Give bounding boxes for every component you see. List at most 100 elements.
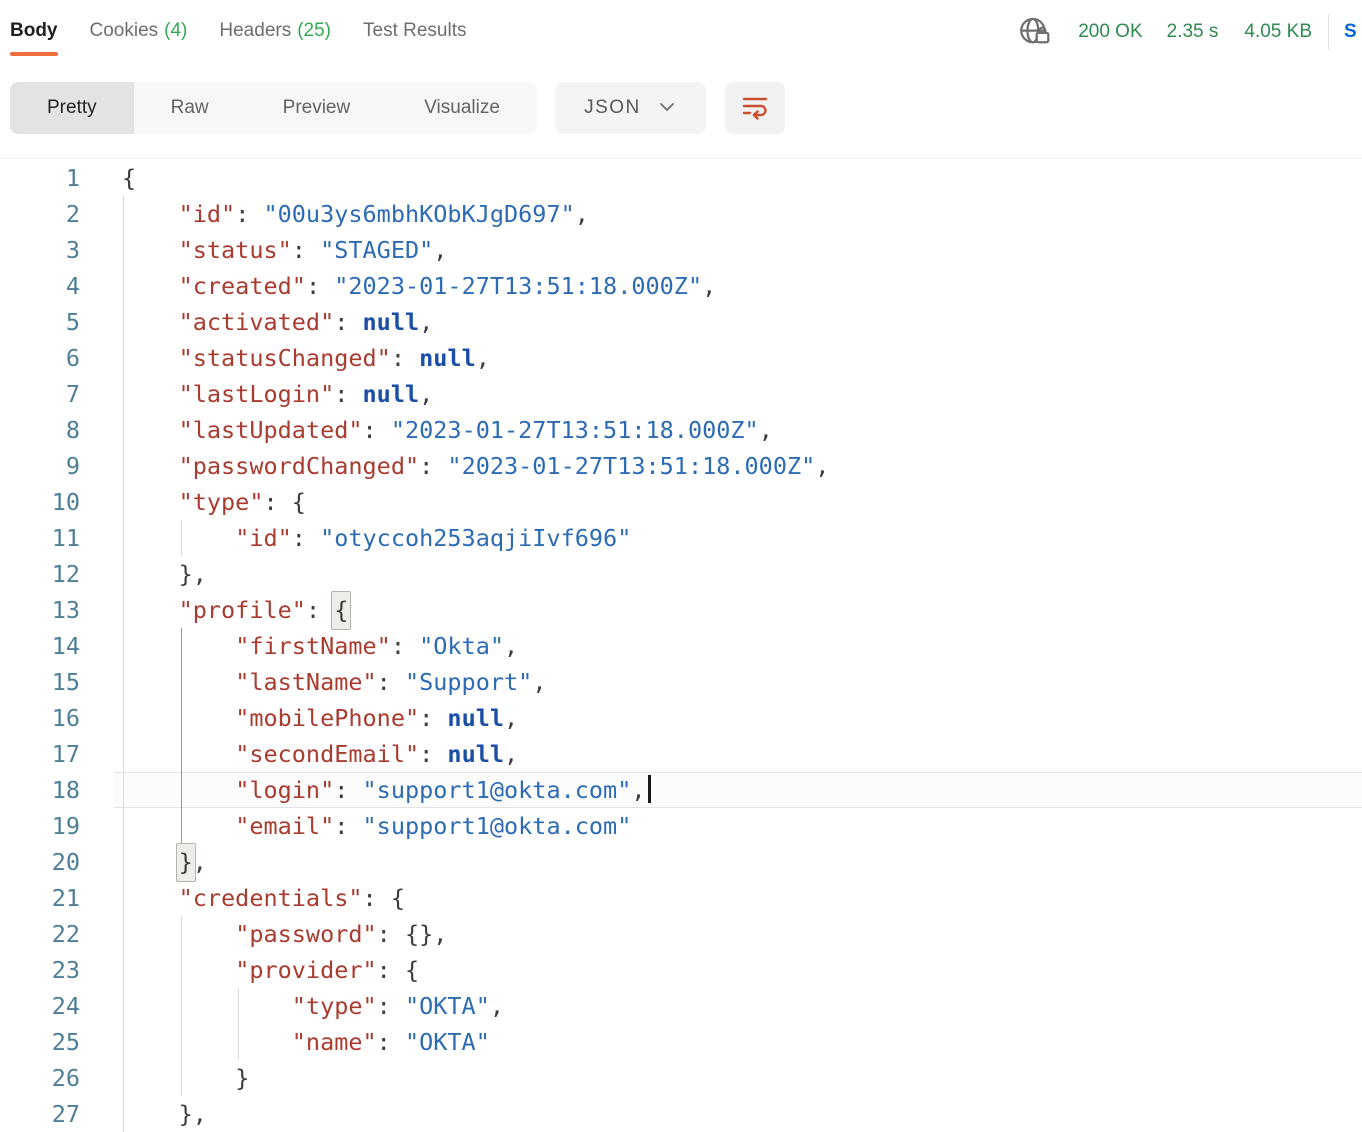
code-text: },: [80, 848, 207, 876]
code-text: "passwordChanged": "2023-01-27T13:51:18.…: [80, 452, 829, 480]
code-line[interactable]: 16 "mobilePhone": null,: [0, 700, 1362, 736]
code-line[interactable]: 13 "profile": {: [0, 592, 1362, 628]
code-line[interactable]: 24 "type": "OKTA",: [0, 988, 1362, 1024]
code-line[interactable]: 27 },: [0, 1096, 1362, 1132]
code-text: "name": "OKTA": [80, 1028, 490, 1056]
code-line[interactable]: 17 "secondEmail": null,: [0, 736, 1362, 772]
token-str: "otyccoh253aqjiIvf696": [320, 524, 631, 552]
code-line[interactable]: 1{: [0, 160, 1362, 196]
code-line[interactable]: 3 "status": "STAGED",: [0, 232, 1362, 268]
code-lines[interactable]: 1{ 2 "id": "00u3ys6mbhKObKJgD697", 3 "stat…: [0, 160, 1362, 1132]
view-pretty-button[interactable]: Pretty: [10, 82, 134, 134]
response-header: Body Cookies (4) Headers (25) Test Resul…: [0, 0, 1362, 70]
code-text: "provider": {: [80, 956, 419, 984]
tab-body[interactable]: Body: [10, 0, 58, 62]
line-number: 7: [0, 376, 80, 412]
line-number: 21: [0, 880, 80, 916]
code-line-inner: 16 "mobilePhone": null,: [0, 704, 518, 732]
token-ws: [122, 884, 179, 912]
token-ws: [122, 1064, 235, 1092]
status-badge[interactable]: 200 OK: [1078, 21, 1142, 43]
code-line-inner: 15 "lastName": "Support",: [0, 668, 546, 696]
tab-cookies[interactable]: Cookies (4): [90, 0, 188, 62]
token-key: "name": [292, 1028, 377, 1056]
token-pun: ,: [419, 308, 433, 336]
line-number: 27: [0, 1096, 80, 1132]
code-line[interactable]: 7 "lastLogin": null,: [0, 376, 1362, 412]
response-size[interactable]: 4.05 KB: [1244, 21, 1312, 43]
token-pun: ,: [759, 416, 773, 444]
code-text: "mobilePhone": null,: [80, 704, 518, 732]
code-line-inner: 26 }: [0, 1064, 249, 1092]
code-line[interactable]: 25 "name": "OKTA": [0, 1024, 1362, 1060]
code-line[interactable]: 6 "statusChanged": null,: [0, 340, 1362, 376]
token-nul: null: [419, 344, 476, 372]
token-pun: ,: [504, 704, 518, 732]
code-text: "activated": null,: [80, 308, 433, 336]
view-preview-button[interactable]: Preview: [246, 82, 388, 134]
token-ws: [122, 740, 235, 768]
token-str: "support1@okta.com": [363, 812, 632, 840]
token-pun: ,: [193, 1100, 207, 1128]
chevron-down-icon: [657, 97, 677, 120]
tab-test-results-label: Test Results: [363, 20, 466, 42]
code-line[interactable]: 26 }: [0, 1060, 1362, 1096]
code-line[interactable]: 14 "firstName": "Okta",: [0, 628, 1362, 664]
code-line[interactable]: 12 },: [0, 556, 1362, 592]
token-key: "statusChanged": [179, 344, 391, 372]
token-ws: [122, 920, 235, 948]
code-line[interactable]: 15 "lastName": "Support",: [0, 664, 1362, 700]
token-key: "created": [179, 272, 306, 300]
token-key: "email": [235, 812, 334, 840]
token-pun: :: [363, 884, 391, 912]
code-line-inner: 24 "type": "OKTA",: [0, 992, 504, 1020]
code-line[interactable]: 23 "provider": {: [0, 952, 1362, 988]
active-tab-indicator: [10, 52, 58, 56]
token-pun: ,: [504, 632, 518, 660]
token-pun: :: [306, 596, 334, 624]
code-line-inner: 11 "id": "otyccoh253aqjiIvf696": [0, 524, 631, 552]
token-str: "00u3ys6mbhKObKJgD697": [263, 200, 574, 228]
save-response-button[interactable]: S: [1344, 21, 1362, 43]
token-pun: :: [419, 704, 447, 732]
code-line[interactable]: 10 "type": {: [0, 484, 1362, 520]
token-nul: null: [447, 704, 504, 732]
code-line[interactable]: 22 "password": {},: [0, 916, 1362, 952]
token-nul: null: [363, 308, 420, 336]
token-pun: ,: [193, 560, 207, 588]
tab-headers[interactable]: Headers (25): [219, 0, 331, 62]
code-line-inner: 2 "id": "00u3ys6mbhKObKJgD697",: [0, 200, 589, 228]
tab-test-results[interactable]: Test Results: [363, 0, 466, 62]
wrap-lines-button[interactable]: [725, 82, 785, 134]
token-pun: ,: [490, 992, 504, 1020]
code-line[interactable]: 18 "login": "support1@okta.com",: [0, 772, 1362, 808]
token-pun: ,: [193, 848, 207, 876]
code-line[interactable]: 4 "created": "2023-01-27T13:51:18.000Z",: [0, 268, 1362, 304]
code-line-inner: 27 },: [0, 1100, 207, 1128]
token-ws: [122, 416, 179, 444]
token-key: "id": [179, 200, 236, 228]
response-time[interactable]: 2.35 s: [1167, 21, 1219, 43]
token-pun: :: [334, 812, 362, 840]
code-line[interactable]: 19 "email": "support1@okta.com": [0, 808, 1362, 844]
code-line[interactable]: 20 },: [0, 844, 1362, 880]
response-body-panel: 1{ 2 "id": "00u3ys6mbhKObKJgD697", 3 "stat…: [0, 158, 1362, 1132]
token-key: "provider": [235, 956, 376, 984]
code-line[interactable]: 5 "activated": null,: [0, 304, 1362, 340]
code-line[interactable]: 21 "credentials": {: [0, 880, 1362, 916]
code-line[interactable]: 2 "id": "00u3ys6mbhKObKJgD697",: [0, 196, 1362, 232]
code-line[interactable]: 8 "lastUpdated": "2023-01-27T13:51:18.00…: [0, 412, 1362, 448]
token-pun: {: [391, 884, 405, 912]
globe-lock-icon[interactable]: [1018, 15, 1052, 49]
token-pun: :: [292, 236, 320, 264]
view-raw-button[interactable]: Raw: [134, 82, 246, 134]
code-line[interactable]: 9 "passwordChanged": "2023-01-27T13:51:1…: [0, 448, 1362, 484]
code-line[interactable]: 11 "id": "otyccoh253aqjiIvf696": [0, 520, 1362, 556]
token-pun: :: [263, 488, 291, 516]
line-number: 6: [0, 340, 80, 376]
token-pun: :: [334, 308, 362, 336]
code-text: "statusChanged": null,: [80, 344, 490, 372]
language-dropdown[interactable]: JSON: [555, 82, 706, 134]
code-line-inner: 5 "activated": null,: [0, 308, 433, 336]
view-visualize-button[interactable]: Visualize: [387, 82, 537, 134]
